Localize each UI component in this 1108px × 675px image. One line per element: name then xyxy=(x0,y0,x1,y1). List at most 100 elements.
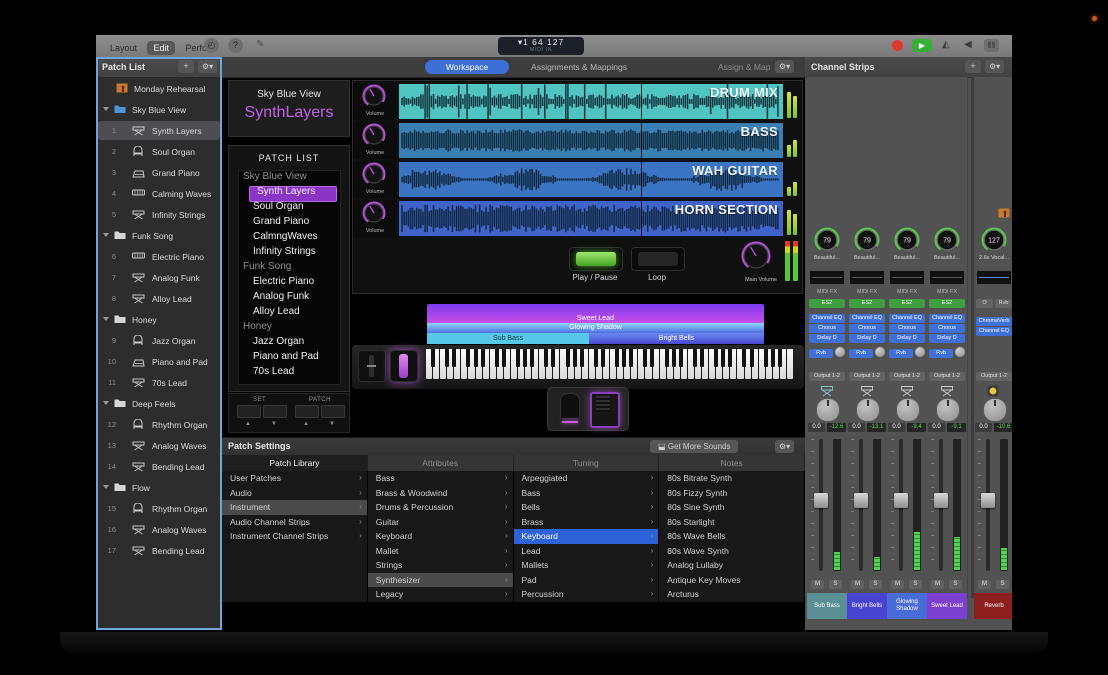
audio-output-icon[interactable]: ◀ xyxy=(964,39,972,50)
send-slot-button[interactable]: Rvb xyxy=(889,349,913,358)
fader-cap[interactable] xyxy=(981,493,995,508)
piano-keys[interactable] xyxy=(426,349,794,379)
waveform-display[interactable]: BASS xyxy=(399,123,783,158)
screen-patch-row[interactable]: Alloy Lead xyxy=(239,306,340,321)
instrument-slot-button[interactable]: ES2 xyxy=(849,299,885,308)
screen-patch-row[interactable]: Electric Piano xyxy=(239,276,340,291)
black-key[interactable] xyxy=(629,349,633,367)
library-item[interactable]: Audio Channel Strips› xyxy=(222,515,367,530)
track-volume-knob[interactable] xyxy=(362,84,386,113)
library-item[interactable]: Bass› xyxy=(368,471,513,486)
eq-thumbnail[interactable] xyxy=(850,271,884,284)
mode-layout[interactable]: Layout xyxy=(104,41,143,55)
library-item[interactable]: Analog Lullaby xyxy=(659,558,804,573)
black-key[interactable] xyxy=(750,349,754,367)
library-item[interactable]: 80s Bitrate Synth xyxy=(659,471,804,486)
black-key[interactable] xyxy=(650,349,654,367)
tab-patch-library[interactable]: Patch Library xyxy=(222,455,368,471)
black-key[interactable] xyxy=(431,349,435,367)
library-item[interactable]: Instrument Channel Strips› xyxy=(222,529,367,544)
playhead-line[interactable] xyxy=(641,162,642,197)
screen-patch-row[interactable]: Soul Organ xyxy=(239,201,340,216)
volume-fader[interactable] xyxy=(807,437,847,575)
screen-patch-row[interactable]: 70s Lead xyxy=(239,366,340,381)
library-item[interactable]: Keyboard› xyxy=(514,529,659,544)
mute-button[interactable]: M xyxy=(891,580,904,589)
insert-slot-button[interactable]: ChromaVerb xyxy=(976,317,1012,326)
keyboard-control[interactable] xyxy=(352,345,804,389)
strip-name-tag[interactable]: Sweet Lead xyxy=(927,593,967,619)
library-item[interactable]: Mallet› xyxy=(368,544,513,559)
volume-fader[interactable] xyxy=(927,437,967,575)
library-item[interactable]: Guitar› xyxy=(368,515,513,530)
patch-row[interactable]: 7Analog Funk xyxy=(96,267,222,288)
eq-thumbnail[interactable] xyxy=(890,271,924,284)
library-item[interactable]: 80s Wave Bells xyxy=(659,529,804,544)
layer-bar-glowing-shadow[interactable]: Glowing Shadow xyxy=(427,323,764,333)
patch-row[interactable]: 15Rhythm Organ xyxy=(96,498,222,519)
patch-row[interactable]: 14Bending Lead xyxy=(96,456,222,477)
chevron-down-icon[interactable] xyxy=(103,317,109,321)
layer-bar-sub-bass[interactable]: Sub Bass xyxy=(427,333,589,344)
black-key[interactable] xyxy=(665,349,669,367)
patch-row[interactable]: 17Bending Lead xyxy=(96,540,222,561)
output-slot-button[interactable]: Output 1-2 xyxy=(849,372,885,381)
insert-slot-button[interactable]: Delay D xyxy=(889,334,925,343)
pan-knob[interactable] xyxy=(856,398,880,422)
track-volume-knob[interactable] xyxy=(362,201,386,230)
patch-row[interactable]: 6Electric Piano xyxy=(96,246,222,267)
black-key[interactable] xyxy=(778,349,782,367)
send-level-knob[interactable] xyxy=(875,347,885,357)
insert-slot-button[interactable]: Chorus xyxy=(809,324,845,333)
black-key[interactable] xyxy=(721,349,725,367)
insert-slot-button[interactable]: Chorus xyxy=(849,324,885,333)
patch-set-row[interactable]: Flow xyxy=(96,477,222,498)
playhead-line[interactable] xyxy=(641,84,642,119)
library-item[interactable]: Instrument› xyxy=(222,500,367,515)
insert-slot-button[interactable]: Chorus xyxy=(929,324,965,333)
playhead-line[interactable] xyxy=(641,201,642,236)
strip-name-tag[interactable]: Reverb xyxy=(974,593,1012,619)
screen-set-row[interactable]: Sky Blue View xyxy=(239,171,340,186)
output-slot-button[interactable]: Output 1-2 xyxy=(809,372,845,381)
solo-button[interactable]: S xyxy=(996,580,1009,589)
pan-knob[interactable] xyxy=(896,398,920,422)
black-key[interactable] xyxy=(566,349,570,367)
instrument-slot-button[interactable]: ES2 xyxy=(929,299,965,308)
output-slot-button[interactable]: Output 1-2 xyxy=(929,372,965,381)
black-key[interactable] xyxy=(615,349,619,367)
instrument-slot-button[interactable]: ES2 xyxy=(889,299,925,308)
library-item[interactable]: Arcturus xyxy=(659,587,804,602)
eq-thumbnail[interactable] xyxy=(977,271,1011,284)
patch-row[interactable]: 2Soul Organ xyxy=(96,141,222,162)
black-key[interactable] xyxy=(742,349,746,367)
workspace-action-menu[interactable]: ⚙▾ xyxy=(775,60,794,73)
black-key[interactable] xyxy=(481,349,485,367)
screen-set-row[interactable]: Funk Song xyxy=(239,261,340,276)
channel-strips-action-menu[interactable]: ⚙▾ xyxy=(985,60,1004,73)
black-key[interactable] xyxy=(551,349,555,367)
pedalboard[interactable] xyxy=(547,387,629,431)
black-key[interactable] xyxy=(523,349,527,367)
set-down-button[interactable] xyxy=(263,405,287,418)
black-key[interactable] xyxy=(502,349,506,367)
strip-level-knob[interactable]: 127 xyxy=(981,227,1007,258)
solo-button[interactable]: S xyxy=(829,580,842,589)
screen-set-row[interactable]: Honey xyxy=(239,321,340,336)
black-key[interactable] xyxy=(764,349,768,367)
patch-set-row[interactable]: Funk Song xyxy=(96,225,222,246)
mode-edit[interactable]: Edit xyxy=(147,41,175,55)
black-key[interactable] xyxy=(516,349,520,367)
layer-bar-bright-bells[interactable]: Bright Bells xyxy=(589,333,764,344)
strip-name-tag[interactable]: Bright Bells xyxy=(847,593,887,619)
add-channel-strip-button[interactable]: + xyxy=(965,60,981,73)
library-item[interactable]: Brass› xyxy=(514,515,659,530)
chevron-down-icon[interactable] xyxy=(103,233,109,237)
pitch-wheel[interactable] xyxy=(358,350,386,382)
black-key[interactable] xyxy=(700,349,704,367)
screen-patch-row[interactable]: Analog Funk xyxy=(239,291,340,306)
library-item[interactable]: Bass› xyxy=(514,486,659,501)
insert-slot-button[interactable]: Channel EQ xyxy=(976,327,1012,336)
patch-set-row[interactable]: Sky Blue View xyxy=(96,99,222,120)
patch-row[interactable]: 4Calming Waves xyxy=(96,183,222,204)
